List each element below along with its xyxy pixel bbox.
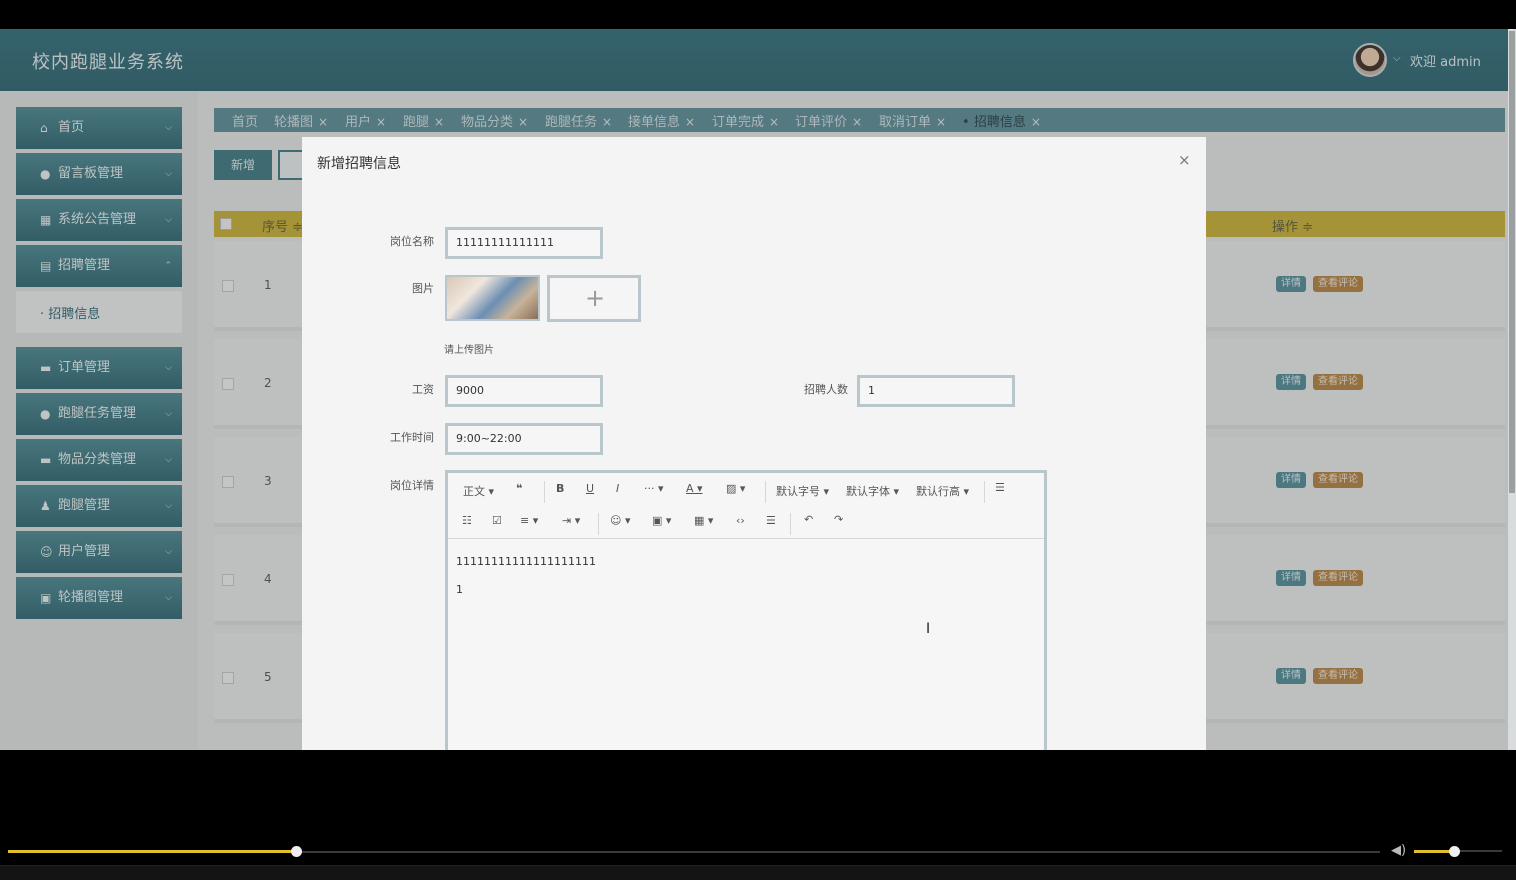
font-size-select[interactable]: 默认字号 ▾ [776, 483, 829, 499]
divider-icon[interactable]: ☰ [766, 514, 776, 527]
work-time-label: 工作时间 [390, 431, 434, 444]
more-icon[interactable]: ··· ▾ [644, 482, 664, 495]
salary-label: 工资 [412, 383, 434, 396]
job-details-label: 岗位详情 [390, 479, 434, 492]
undo-icon[interactable]: ↶ [804, 513, 813, 526]
upload-hint: 请上传图片 [444, 345, 494, 356]
editor-line[interactable]: 1 [456, 583, 463, 596]
table-icon[interactable]: ▦ ▾ [694, 514, 713, 527]
editor-toolbar: 正文 ▾ ❝ B U I ··· ▾ A ▾ ▨ ▾ 默认字号 ▾ 默认字体 ▾… [448, 473, 1044, 539]
quote-icon[interactable]: ❝ [516, 482, 522, 495]
code-icon[interactable]: ‹› [736, 514, 745, 527]
redo-icon[interactable]: ↷ [834, 513, 843, 526]
rich-text-editor: 正文 ▾ ❝ B U I ··· ▾ A ▾ ▨ ▾ 默认字号 ▾ 默认字体 ▾… [445, 470, 1047, 750]
uploaded-image-thumbnail[interactable] [445, 275, 540, 321]
volume-handle[interactable] [1449, 846, 1460, 857]
app-screen: 校内跑腿业务系统 ⌵ 欢迎 admin ⌂ 首页 ⌵ ● 留言板管理 ⌵ ▦ 系统公告管理… [0, 29, 1508, 750]
bullet-list-icon[interactable]: ☰ [995, 481, 1005, 494]
video-player-controls: ◀) [0, 750, 1516, 880]
underline-icon[interactable]: U [586, 482, 594, 495]
numbered-list-icon[interactable]: ☷ [462, 514, 472, 527]
emoji-icon[interactable]: ☺ ▾ [610, 514, 631, 527]
italic-icon[interactable]: I [616, 482, 619, 495]
volume-level [1414, 850, 1454, 853]
todo-icon[interactable]: ☑ [492, 514, 502, 527]
close-icon[interactable]: × [1178, 151, 1191, 169]
toolbar-divider [544, 481, 545, 503]
image-upload-button[interactable]: + [547, 275, 641, 322]
dialog-title: 新增招聘信息 [317, 156, 401, 172]
line-height-select[interactable]: 默认行高 ▾ [916, 483, 969, 499]
scrollbar-thumb[interactable] [1509, 31, 1515, 493]
page-scrollbar[interactable] [1508, 29, 1516, 750]
job-name-label: 岗位名称 [390, 235, 434, 248]
progress-played [8, 850, 296, 853]
add-recruitment-dialog: 新增招聘信息 × 岗位名称 11111111111111 图片 + 请上传图片 … [302, 137, 1206, 750]
volume-icon[interactable]: ◀) [1391, 843, 1406, 858]
headcount-label: 招聘人数 [804, 383, 848, 396]
text-cursor-icon: I [926, 621, 931, 637]
font-family-select[interactable]: 默认字体 ▾ [846, 483, 899, 499]
toolbar-divider [984, 481, 985, 503]
background-color-icon[interactable]: ▨ ▾ [726, 482, 745, 495]
work-time-input[interactable]: 9:00~22:00 [445, 423, 603, 455]
editor-line[interactable]: 11111111111111111111 [456, 555, 596, 568]
align-icon[interactable]: ≡ ▾ [520, 514, 538, 527]
image-label: 图片 [412, 282, 434, 295]
job-name-input[interactable]: 11111111111111 [445, 227, 603, 259]
toolbar-divider [598, 513, 599, 535]
bold-icon[interactable]: B [556, 482, 564, 495]
paragraph-select[interactable]: 正文 ▾ [463, 483, 494, 499]
indent-icon[interactable]: ⇥ ▾ [562, 514, 580, 527]
progress-handle[interactable] [291, 846, 302, 857]
headcount-input[interactable]: 1 [857, 375, 1015, 407]
player-bottom-strip [0, 865, 1516, 880]
toolbar-divider [765, 481, 766, 503]
toolbar-divider [790, 513, 791, 535]
plus-icon: + [585, 284, 606, 312]
image-icon[interactable]: ▣ ▾ [652, 514, 671, 527]
salary-input[interactable]: 9000 [445, 375, 603, 407]
font-color-icon[interactable]: A ▾ [686, 482, 703, 495]
